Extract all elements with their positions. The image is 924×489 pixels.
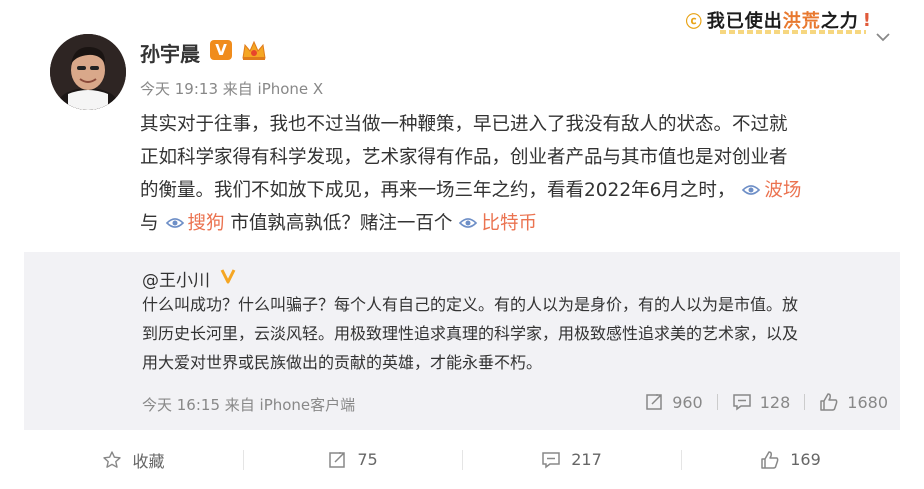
divider bbox=[804, 394, 806, 410]
post-line: 其实对于往事，我也不过当做一种鞭策，早已进入了我没有敌人的状态。不过就 bbox=[140, 114, 788, 135]
repost-icon bbox=[329, 451, 346, 468]
avatar[interactable] bbox=[50, 34, 126, 110]
like-button[interactable]: 169 bbox=[681, 430, 900, 489]
verified-v-icon bbox=[220, 269, 236, 284]
topic-icon bbox=[165, 218, 184, 228]
repost-repost-button[interactable]: 960 bbox=[644, 392, 703, 412]
topic-icon bbox=[459, 218, 478, 228]
avatar-image bbox=[50, 34, 126, 110]
star-icon bbox=[103, 450, 122, 468]
comment-button[interactable]: 217 bbox=[462, 430, 681, 489]
topic-link-sogou[interactable]: 搜狗 bbox=[188, 213, 225, 234]
post-line-text: 市值孰高孰低？赌注一百个 bbox=[230, 213, 453, 234]
post-line: 正如科学家得有科学发现，艺术家得有作品，创业者产品与其市值也是对创业者 bbox=[140, 147, 788, 168]
post-line-3: 的衡量。我们不如放下成见，再来一场三年之约，看看2022年6月之时， 波场 bbox=[140, 174, 900, 207]
topic-icon bbox=[742, 185, 761, 195]
slogan-part4: ! bbox=[862, 9, 872, 31]
repost-icon bbox=[646, 394, 662, 410]
repost-count: 75 bbox=[357, 450, 378, 469]
repost-button[interactable]: 75 bbox=[243, 430, 462, 489]
post-meta: 今天 19:13 来自 iPhone X bbox=[140, 80, 324, 98]
like-icon bbox=[820, 393, 838, 411]
chevron-down-icon[interactable] bbox=[876, 30, 890, 44]
repost-content: 什么叫成功？什么叫骗子？每个人有自己的定义。有的人以为是身价，有的人以为是市值。… bbox=[142, 290, 892, 377]
slogan-underline bbox=[719, 30, 866, 34]
repost-line: 用大爱对世界或民族做出的贡献的英雄，才能永垂不朽。 bbox=[142, 353, 543, 372]
post-content: 其实对于往事，我也不过当做一种鞭策，早已进入了我没有敌人的状态。不过就 正如科学… bbox=[140, 108, 900, 240]
divider bbox=[716, 394, 718, 410]
action-bar: 收藏 75 217 169 bbox=[24, 430, 900, 489]
weibo-post: ⓒ 我已使出 洪荒 之力 ! 孙宇晨 V 今天 19:13 来自 iPhone … bbox=[0, 0, 924, 489]
repost-like-count: 1680 bbox=[847, 392, 888, 412]
repost-username[interactable]: @王小川 bbox=[142, 266, 210, 291]
like-icon bbox=[761, 450, 779, 469]
repost-actions: 960 128 1680 bbox=[644, 392, 888, 412]
post-line-4: 与 搜狗 市值孰高孰低？赌注一百个 比特币 bbox=[140, 207, 900, 240]
slogan-sticker: ⓒ 我已使出 洪荒 之力 ! bbox=[686, 6, 872, 34]
topic-link-bitcoin[interactable]: 比特币 bbox=[481, 213, 537, 234]
sparkle-icon: ⓒ bbox=[685, 12, 703, 31]
repost-like-button[interactable]: 1680 bbox=[819, 392, 888, 412]
post-line-text: 的衡量。我们不如放下成见，再来一场三年之约，看看2022年6月之时， bbox=[140, 180, 736, 201]
repost-comment-button[interactable]: 128 bbox=[732, 392, 791, 412]
repost-block[interactable]: @王小川 什么叫成功？什么叫骗子？每个人有自己的定义。有的人以为是身价，有的人以… bbox=[24, 252, 900, 430]
topic-link-bochang[interactable]: 波场 bbox=[764, 180, 801, 201]
repost-meta: 今天 16:15 来自 iPhone客户端 bbox=[142, 396, 356, 414]
repost-line: 什么叫成功？什么叫骗子？每个人有自己的定义。有的人以为是身价，有的人以为是市值。… bbox=[142, 295, 799, 314]
comment-count: 217 bbox=[571, 450, 602, 469]
post-username[interactable]: 孙宇晨 bbox=[140, 38, 200, 67]
post-line-text: 与 bbox=[140, 213, 159, 234]
repost-repost-count: 960 bbox=[672, 392, 703, 412]
favorite-button[interactable]: 收藏 bbox=[24, 430, 243, 489]
crown-icon bbox=[242, 40, 266, 60]
favorite-label: 收藏 bbox=[132, 451, 165, 471]
repost-comment-count: 128 bbox=[759, 392, 791, 412]
verified-badge: V bbox=[210, 40, 232, 60]
comment-icon bbox=[732, 394, 751, 411]
comment-icon bbox=[542, 451, 560, 468]
repost-line: 到历史长河里，云淡风轻。用极致理性追求真理的科学家，用极致感性追求美的艺术家，以… bbox=[142, 324, 799, 343]
like-count: 169 bbox=[790, 450, 821, 469]
